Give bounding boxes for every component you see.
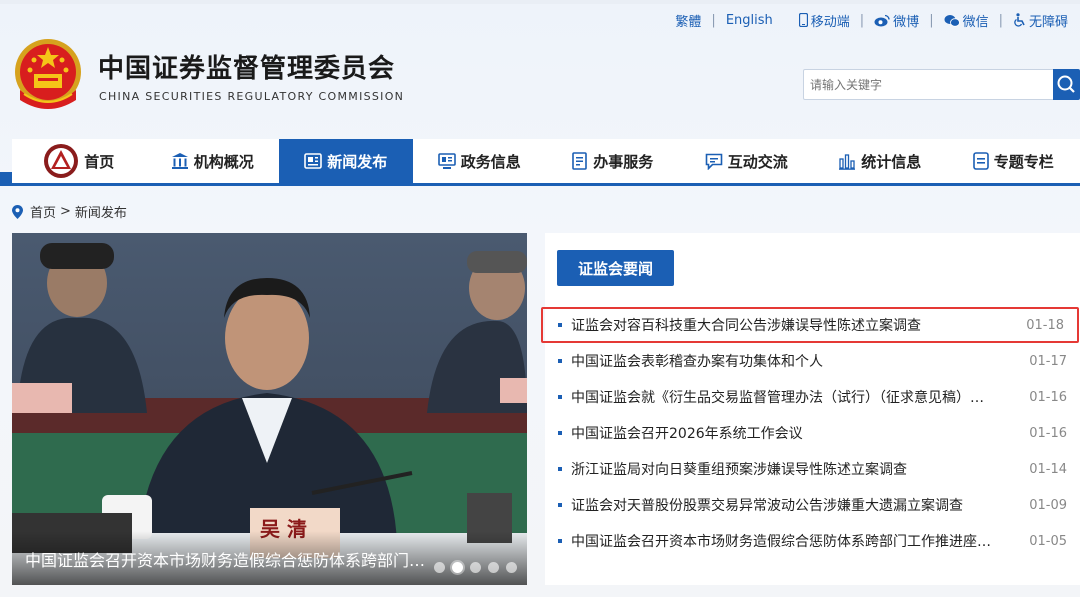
carousel-dot-active[interactable]	[452, 562, 463, 573]
news-title[interactable]: 中国证监会召开资本市场财务造假综合惩防体系跨部门工作推进座…	[571, 531, 1003, 551]
nav-item-about[interactable]: 机构概况	[146, 139, 280, 183]
news-date: 01-16	[1029, 389, 1067, 405]
bullet-icon	[558, 467, 562, 471]
news-item[interactable]: 中国证监会就《衍生品交易监督管理办法（试行）（征求意见稿）… 01-16	[545, 379, 1080, 415]
news-item[interactable]: 浙江证监局对向日葵重组预案涉嫌误导性陈述立案调查 01-14	[545, 451, 1080, 487]
nav-item-interaction[interactable]: 互动交流	[680, 139, 814, 183]
bullet-icon	[558, 395, 562, 399]
search-button[interactable]	[1053, 69, 1080, 100]
breadcrumb-separator: >	[60, 204, 71, 219]
carousel-dot[interactable]	[488, 562, 499, 573]
news-date: 01-05	[1029, 533, 1067, 549]
nav-item-government-info[interactable]: 政务信息	[413, 139, 547, 183]
bullet-icon	[558, 503, 562, 507]
tab-csrc-news[interactable]: 证监会要闻	[557, 250, 674, 286]
separator: |	[859, 12, 865, 28]
news-title[interactable]: 中国证监会就《衍生品交易监督管理办法（试行）（征求意见稿）…	[571, 387, 1003, 407]
traditional-chinese-link[interactable]: 繁體	[675, 11, 701, 30]
wheelchair-icon	[1014, 13, 1025, 27]
bullet-icon	[558, 323, 562, 327]
news-item[interactable]: 中国证监会召开资本市场财务造假综合惩防体系跨部门工作推进座… 01-05	[545, 523, 1080, 559]
breadcrumb-current[interactable]: 新闻发布	[75, 202, 127, 221]
news-list: 证监会对容百科技重大合同公告涉嫌误导性陈述立案调查 01-18 中国证监会表彰稽…	[541, 307, 1080, 559]
building-icon	[171, 152, 189, 170]
news-item-highlighted[interactable]: 证监会对容百科技重大合同公告涉嫌误导性陈述立案调查 01-18	[541, 307, 1079, 343]
monitor-icon	[437, 152, 456, 170]
news-carousel[interactable]: 吴 清 中国证监会召开资本市场财务造假综合惩防体系跨部门…	[12, 233, 527, 585]
carousel-dot[interactable]	[470, 562, 481, 573]
accessibility-link[interactable]: 无障碍	[1013, 11, 1068, 30]
site-title[interactable]: 中国证券监督管理委员会	[98, 48, 395, 85]
news-item[interactable]: 中国证监会召开2026年系统工作会议 01-16	[545, 415, 1080, 451]
main-nav: 首页 机构概况 新闻发布 政务信息 办事服务 互动交流 统计信息 专题专栏	[12, 139, 1080, 186]
chat-icon	[705, 153, 723, 170]
location-pin-icon	[12, 204, 23, 219]
news-title[interactable]: 中国证监会表彰稽查办案有功集体和个人	[571, 351, 1003, 371]
bullet-icon	[558, 359, 562, 363]
nav-item-news[interactable]: 新闻发布	[279, 139, 413, 183]
nav-left-accent	[0, 172, 12, 186]
separator: |	[998, 12, 1003, 28]
weibo-link[interactable]: 微博	[874, 11, 919, 30]
emblem-icon	[43, 143, 79, 179]
breadcrumb-home[interactable]: 首页	[30, 202, 56, 221]
wechat-icon	[944, 14, 960, 27]
separator: |	[929, 12, 934, 28]
news-panel: 证监会要闻 证监会对容百科技重大合同公告涉嫌误导性陈述立案调查 01-18 中国…	[541, 233, 1080, 585]
bar-chart-icon	[838, 153, 856, 170]
nav-item-statistics[interactable]: 统计信息	[813, 139, 947, 183]
news-date: 01-16	[1029, 425, 1067, 441]
news-title[interactable]: 浙江证监局对向日葵重组预案涉嫌误导性陈述立案调查	[571, 459, 1003, 479]
top-links: 繁體 | English 移动端 | 微博 | 微信 | 无障碍	[675, 10, 1068, 30]
english-link[interactable]: English	[726, 13, 773, 28]
news-date: 01-09	[1029, 497, 1067, 513]
nav-item-services[interactable]: 办事服务	[546, 139, 680, 183]
carousel-caption[interactable]: 中国证监会召开资本市场财务造假综合惩防体系跨部门…	[25, 547, 425, 571]
news-title[interactable]: 证监会对天普股份股票交易异常波动公告涉嫌重大遗漏立案调查	[571, 495, 1003, 515]
site-subtitle: CHINA SECURITIES REGULATORY COMMISSION	[99, 90, 405, 103]
carousel-dot[interactable]	[434, 562, 445, 573]
nav-item-home[interactable]: 首页	[12, 139, 146, 183]
separator: |	[711, 12, 716, 28]
nav-item-topics[interactable]: 专题专栏	[947, 139, 1080, 183]
news-item[interactable]: 证监会对天普股份股票交易异常波动公告涉嫌重大遗漏立案调查 01-09	[545, 487, 1080, 523]
news-icon	[304, 153, 323, 169]
carousel-dots	[434, 562, 517, 573]
top-strip	[0, 0, 1080, 4]
breadcrumb: 首页 > 新闻发布	[12, 202, 127, 221]
wechat-link[interactable]: 微信	[944, 11, 989, 30]
news-title[interactable]: 证监会对容百科技重大合同公告涉嫌误导性陈述立案调查	[571, 315, 1003, 335]
mobile-link[interactable]: 移动端	[798, 11, 850, 30]
mobile-phone-icon	[798, 13, 808, 27]
news-date: 01-17	[1029, 353, 1067, 369]
list-icon	[972, 152, 989, 170]
document-icon	[572, 152, 588, 170]
national-emblem-icon[interactable]	[12, 38, 84, 114]
search-icon	[1057, 75, 1075, 93]
news-date: 01-14	[1029, 461, 1067, 477]
bullet-icon	[558, 431, 562, 435]
news-date: 01-18	[1026, 317, 1064, 333]
carousel-dot[interactable]	[506, 562, 517, 573]
weibo-icon	[874, 14, 890, 26]
bullet-icon	[558, 539, 562, 543]
news-item[interactable]: 中国证监会表彰稽查办案有功集体和个人 01-17	[545, 343, 1080, 379]
news-title[interactable]: 中国证监会召开2026年系统工作会议	[571, 423, 1003, 443]
search-input[interactable]	[803, 69, 1055, 100]
